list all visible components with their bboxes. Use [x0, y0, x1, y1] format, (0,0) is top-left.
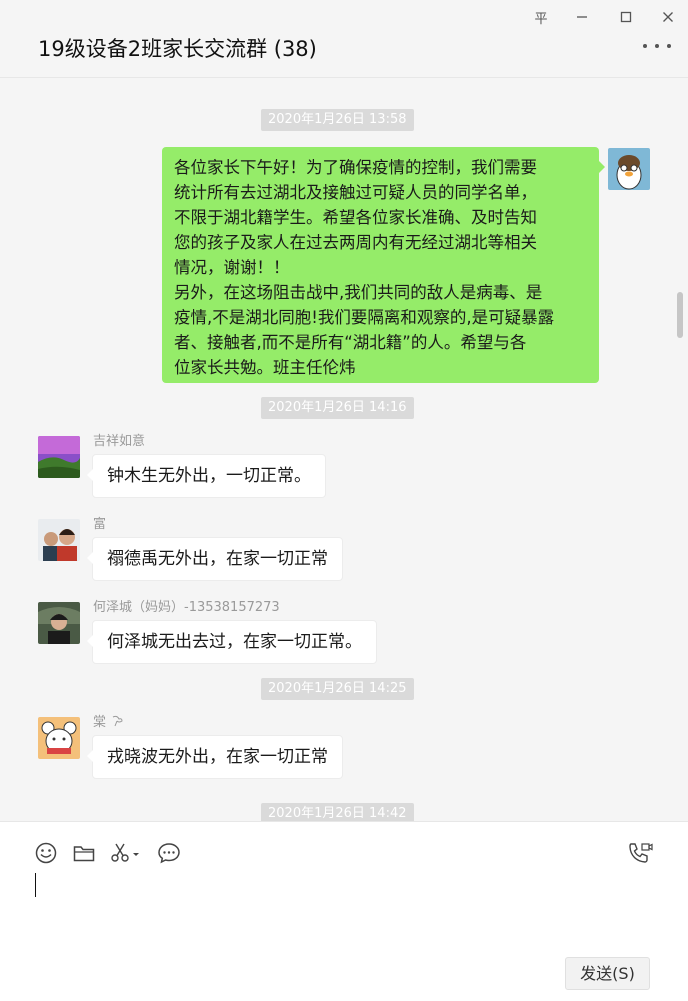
timestamp: 2020年1月26日 14:42: [261, 803, 414, 821]
incoming-message[interactable]: 何泽城无出去过，在家一切正常。: [87, 620, 377, 664]
couple-photo-avatar-icon: [38, 519, 80, 561]
more-options-icon[interactable]: [643, 40, 671, 52]
send-label: 发送(S): [580, 964, 635, 983]
scissors-icon: [111, 843, 139, 862]
cartoon-mouse-avatar-icon: [38, 717, 80, 759]
close-icon: [663, 12, 673, 22]
title-bar: 平 19级设备2班家长交流群 (38): [0, 0, 688, 78]
message-line: 情况，谢谢！！: [174, 258, 290, 277]
message-list[interactable]: 2020年1月26日 13:58 各位家长下午好！为了确保疫情的控制，我们需要 …: [0, 79, 688, 821]
sender-avatar[interactable]: [38, 717, 80, 759]
incoming-message[interactable]: 戎晓波无外出，在家一切正常: [87, 735, 343, 779]
timestamp: 2020年1月26日 14:16: [261, 397, 414, 419]
video-call-icon: [629, 843, 653, 863]
emoji-icon: [35, 842, 57, 864]
message-line: 者、接触者,而不是所有“湖北籍”的人。希望与各: [174, 333, 527, 352]
message-line: 位家长共勉。班主任伦炜: [174, 358, 356, 377]
message-input[interactable]: [35, 873, 36, 897]
penguin-avatar-icon: [608, 148, 650, 190]
sender-name-text: 棠: [93, 715, 107, 730]
message-line: 另外，在这场阻击战中,我们共同的敌人是病毒、是: [174, 283, 543, 302]
send-button[interactable]: 发送(S): [565, 957, 650, 990]
screenshot-button[interactable]: [109, 840, 143, 866]
scrollbar-thumb[interactable]: [677, 292, 683, 338]
pin-icon[interactable]: 平: [526, 6, 556, 28]
my-avatar[interactable]: [608, 148, 650, 190]
outgoing-message[interactable]: 各位家长下午好！为了确保疫情的控制，我们需要 统计所有去过湖北及接触过可疑人员的…: [162, 147, 605, 383]
sender-name: 何泽城（妈妈）-13538157273: [93, 600, 280, 615]
timestamp: 2020年1月26日 13:58: [261, 109, 414, 131]
message-line: 不限于湖北籍学生。希望各位家长准确、及时告知: [174, 208, 537, 227]
chat-bubble-icon: [158, 843, 180, 864]
chat-title: 19级设备2班家长交流群 (38): [38, 37, 317, 61]
maximize-button[interactable]: [611, 6, 641, 28]
call-button[interactable]: [627, 840, 653, 866]
minimize-icon: [577, 16, 587, 18]
flower-emoji-icon: [112, 715, 123, 727]
emoji-button[interactable]: [33, 840, 59, 866]
message-line: 您的孩子及家人在过去两周内有无经过湖北等相关: [174, 233, 537, 252]
minimize-button[interactable]: [567, 6, 597, 28]
maximize-icon: [620, 11, 632, 23]
sender-name: 吉祥如意: [93, 434, 146, 449]
message-line: 统计所有去过湖北及接触过可疑人员的同学名单，: [174, 183, 537, 202]
sender-avatar[interactable]: [38, 519, 80, 561]
incoming-message[interactable]: 禤德禹无外出，在家一切正常: [87, 537, 343, 581]
incoming-message[interactable]: 钟木生无外出，一切正常。: [87, 454, 326, 498]
message-line: 各位家长下午好！为了确保疫情的控制，我们需要: [174, 158, 537, 177]
close-button[interactable]: [653, 6, 683, 28]
timestamp: 2020年1月26日 14:25: [261, 678, 414, 700]
file-button[interactable]: [71, 840, 97, 866]
sender-avatar[interactable]: [38, 602, 80, 644]
landscape-avatar-icon: [38, 436, 80, 478]
folder-icon: [73, 846, 95, 862]
sender-name: 富: [93, 517, 107, 532]
input-area: 发送(S): [0, 821, 688, 1001]
message-line: 疫情,不是湖北同胞!我们要隔离和观察的,是可疑暴露: [174, 308, 555, 327]
sender-avatar[interactable]: [38, 436, 80, 478]
chat-history-button[interactable]: [156, 840, 182, 866]
sender-name: 棠: [93, 711, 124, 730]
person-photo-avatar-icon: [38, 602, 80, 644]
